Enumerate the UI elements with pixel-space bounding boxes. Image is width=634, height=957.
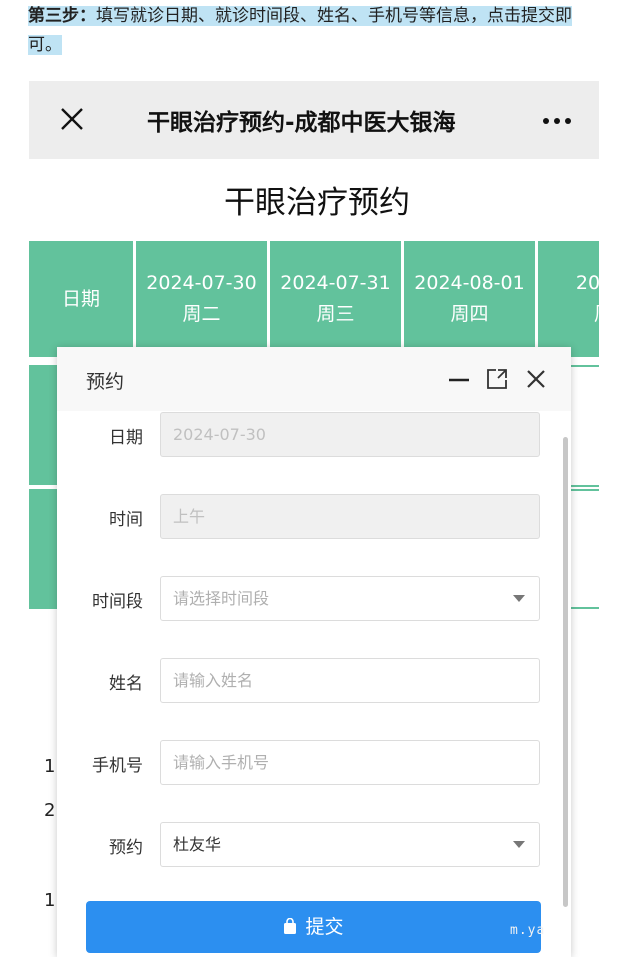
slot-placeholder: 请选择时间段	[173, 589, 270, 608]
grid-line	[569, 485, 599, 487]
column-date: 2024-08-01	[414, 272, 525, 294]
column-date: 2024-07-30	[146, 272, 257, 294]
column-weekday: 周四	[450, 303, 489, 325]
time-field: 上午	[160, 494, 540, 539]
doctor-select[interactable]: 杜友华	[160, 822, 540, 867]
phone-input[interactable]: 请输入手机号	[160, 740, 540, 785]
name-input[interactable]: 请输入姓名	[160, 658, 540, 703]
grid-line	[569, 489, 599, 491]
navbar-title: 干眼治疗预约-成都中医大银海	[147, 110, 456, 136]
minimize-icon[interactable]	[448, 368, 470, 390]
grid-line	[569, 365, 599, 367]
submit-button[interactable]: 提交	[86, 901, 541, 953]
page-title: 干眼治疗预约	[224, 185, 410, 221]
article-step-text: 第三步：填写就诊日期、就诊时间段、姓名、手机号等信息，点击提交即可。	[28, 2, 603, 60]
close-icon[interactable]	[525, 368, 547, 390]
slot-select[interactable]: 请选择时间段	[160, 576, 540, 621]
schedule-column-header[interactable]: 2024-07-31 周三	[270, 241, 401, 357]
dialog-scrollbar[interactable]	[563, 437, 568, 907]
column-weekday: 周	[538, 299, 599, 330]
submit-label: 提交	[305, 916, 344, 938]
name-label: 姓名	[109, 674, 143, 694]
wechat-navbar: 干眼治疗预约-成都中医大银海	[29, 81, 599, 159]
background-number: 1	[44, 890, 56, 911]
schedule-column-header[interactable]: 2024- 周	[538, 241, 599, 357]
doctor-value: 杜友华	[173, 835, 222, 854]
date-field: 2024-07-30	[160, 412, 540, 457]
doctor-label: 预约	[109, 838, 143, 858]
background-number: 1	[44, 756, 56, 777]
maximize-icon[interactable]	[486, 368, 508, 390]
dialog-title: 预约	[86, 371, 125, 393]
schedule-header-label: 日期	[61, 287, 100, 310]
date-label: 日期	[109, 428, 143, 448]
phone-placeholder: 请输入手机号	[173, 753, 270, 772]
date-value: 2024-07-30	[173, 425, 266, 444]
column-weekday: 周三	[316, 303, 355, 325]
background-number: 2	[44, 800, 56, 821]
bag-icon	[284, 917, 297, 934]
more-icon[interactable]	[542, 117, 572, 125]
schedule-column-header[interactable]: 2024-07-30 周二	[136, 241, 267, 357]
step-label: 第三步：	[28, 6, 96, 26]
close-icon[interactable]	[59, 106, 85, 132]
time-value: 上午	[173, 507, 206, 526]
step-description: 填写就诊日期、就诊时间段、姓名、手机号等信息，点击提交即可。	[28, 6, 572, 55]
slot-label: 时间段	[92, 592, 143, 612]
booking-dialog: 预约 日期 2024-07-30 时间 上午 时间段 请选择时间段 姓名 请输入…	[57, 347, 571, 957]
schedule-column-header[interactable]: 2024-08-01 周四	[404, 241, 535, 357]
column-date: 2024-07-31	[280, 272, 391, 294]
time-label: 时间	[109, 510, 143, 530]
grid-line	[569, 607, 599, 609]
phone-label: 手机号	[92, 756, 143, 776]
column-date: 2024-	[575, 272, 599, 294]
column-weekday: 周二	[182, 303, 221, 325]
name-placeholder: 请输入姓名	[173, 671, 254, 690]
watermark: m.ya	[510, 923, 546, 938]
schedule-header-date: 日期	[29, 241, 133, 357]
chevron-down-icon	[513, 595, 525, 602]
dialog-header: 预约	[57, 347, 571, 411]
chevron-down-icon	[513, 841, 525, 848]
